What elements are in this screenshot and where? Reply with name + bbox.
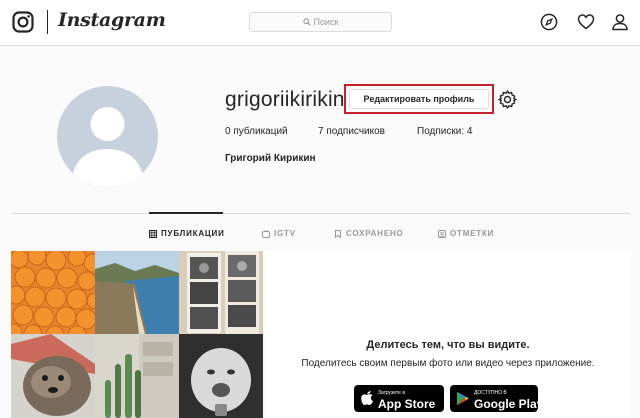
tab-tagged[interactable]: ОТМЕТКИ — [438, 229, 494, 238]
person-icon[interactable] — [611, 13, 629, 31]
photo-coast — [95, 251, 179, 334]
tab-igtv[interactable]: IGTV — [262, 229, 296, 238]
tab-label: IGTV — [274, 229, 296, 238]
profile-full-name: Григорий Кирикин — [225, 153, 316, 164]
tab-label: ОТМЕТКИ — [450, 229, 495, 238]
top-nav: Instagram Поиск — [0, 0, 640, 46]
photo-dog — [11, 334, 95, 418]
compass-icon[interactable] — [540, 13, 558, 31]
tab-label: СОХРАНЕНО — [346, 229, 404, 238]
tab-publications[interactable]: ПУБЛИКАЦИИ — [149, 229, 225, 238]
logo-divider — [47, 10, 48, 34]
tag-icon — [438, 229, 446, 238]
active-tab-indicator — [149, 212, 223, 214]
photo-oranges — [11, 251, 95, 334]
photo-photobooth — [179, 251, 263, 334]
apple-icon — [361, 391, 373, 405]
grid-icon — [149, 229, 157, 238]
search-placeholder: Поиск — [313, 17, 339, 27]
app-promo-panel: Делитесь тем, что вы видите. Поделитесь … — [265, 251, 631, 418]
profile-username: grigoriikirikin — [225, 88, 345, 111]
following-count[interactable]: Подписки: 4 — [417, 126, 472, 137]
photo-baby — [179, 334, 263, 418]
photo-cactus — [95, 334, 179, 418]
avatar[interactable] — [57, 86, 158, 187]
igtv-icon — [262, 229, 270, 238]
settings-gear-icon[interactable] — [497, 89, 518, 110]
search-input[interactable]: Поиск — [249, 12, 392, 32]
posts-count: 0 публикаций — [225, 126, 288, 137]
tabs-divider — [11, 213, 631, 214]
edit-profile-button[interactable]: Редактировать профиль — [349, 89, 489, 109]
tab-label: ПУБЛИКАЦИИ — [161, 229, 225, 238]
google-play-label: Google Play — [474, 397, 544, 411]
promo-subtitle: Поделитесь своим первым фото или видео ч… — [301, 358, 595, 369]
edit-profile-highlight: Редактировать профиль — [344, 84, 494, 114]
tab-saved[interactable]: СОХРАНЕНО — [334, 229, 404, 238]
heart-icon[interactable] — [577, 13, 595, 31]
app-store-small-text: Загрузите в — [378, 390, 405, 396]
instagram-glyph-icon[interactable] — [12, 11, 34, 33]
google-play-small-text: ДОСТУПНО В — [474, 390, 507, 396]
bookmark-icon — [335, 229, 341, 238]
app-store-button[interactable]: Загрузите в App Store — [354, 385, 444, 412]
google-play-icon — [457, 391, 469, 406]
followers-count[interactable]: 7 подписчиков — [318, 126, 385, 137]
search-icon — [302, 18, 311, 26]
google-play-button[interactable]: ДОСТУПНО В Google Play — [450, 385, 543, 412]
promo-title: Делитесь тем, что вы видите. — [366, 339, 530, 351]
app-store-label: App Store — [378, 397, 436, 411]
default-avatar-icon — [71, 107, 144, 187]
instagram-wordmark[interactable]: Instagram — [58, 9, 166, 31]
